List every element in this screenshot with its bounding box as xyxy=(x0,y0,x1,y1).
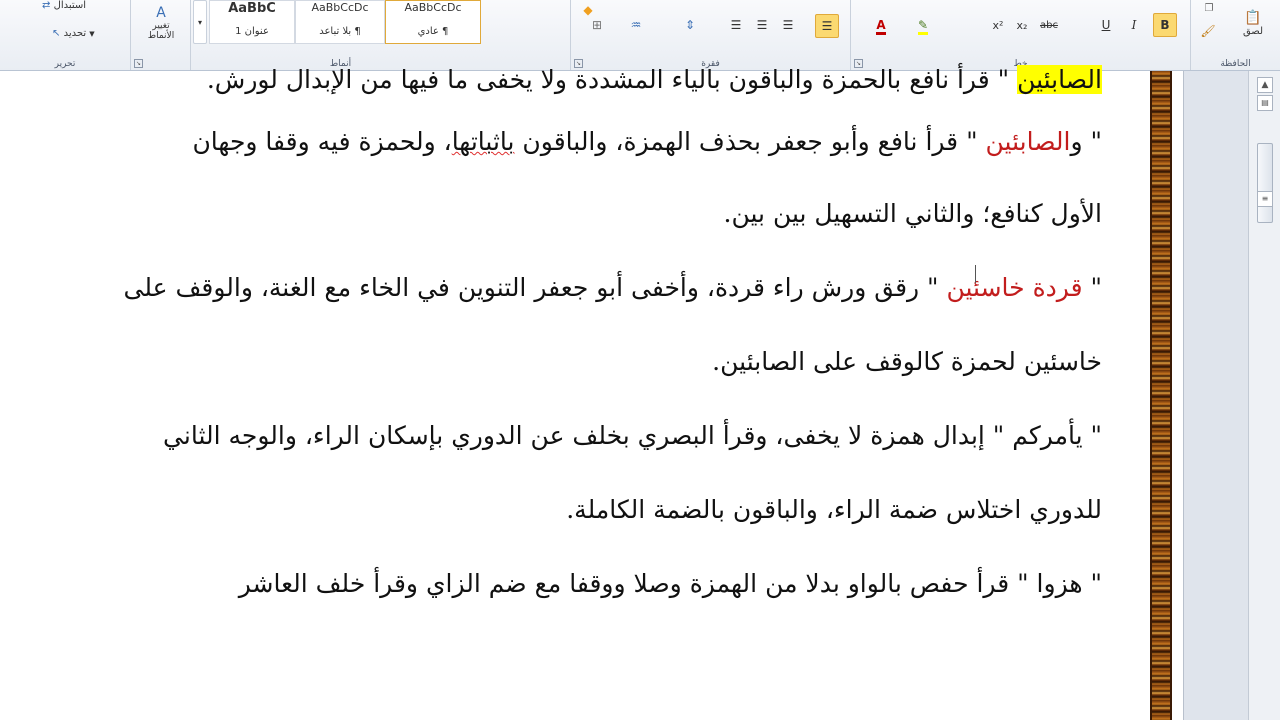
editing-group: استبدال ⇄ ▼ تحديد ↖ تحرير xyxy=(0,0,130,70)
paste-icon: 📋 xyxy=(1244,9,1262,26)
underline-button[interactable]: U xyxy=(1095,14,1117,36)
vertical-scrollbar[interactable]: ▲ ▤ ≡ xyxy=(1248,71,1280,720)
style-name: ¶ عادي xyxy=(417,26,449,37)
styled-text-red: قردة خاسئين xyxy=(946,273,1083,302)
replace-icon: ⇄ xyxy=(42,0,51,11)
style-name: عنوان 1 xyxy=(235,26,269,37)
subscript-button[interactable]: x₂ xyxy=(1011,14,1033,36)
change-styles-button[interactable]: A تغيير الأنماط xyxy=(137,0,185,46)
document-line[interactable]: للدوري اختلاس ضمة الراء، والباقون بالضمة… xyxy=(566,495,1102,524)
font-color-button[interactable]: A xyxy=(867,14,895,38)
styled-text-hl: الصابئين xyxy=(1017,65,1102,94)
style-heading1[interactable]: AaBbC عنوان 1 xyxy=(209,0,295,44)
select-label: تحديد xyxy=(63,28,87,39)
paint-bucket-icon: ♒ xyxy=(630,18,642,32)
text-run: " قرأ نافع بالحمزة والباقون بالياء المشد… xyxy=(206,65,1018,94)
align-right-button[interactable]: ☰ xyxy=(815,14,839,38)
italic-icon: I xyxy=(1131,18,1137,32)
ribbon: استبدال ⇄ ▼ تحديد ↖ تحرير A تغيير الأنما… xyxy=(0,0,1280,71)
shading-fill-button[interactable]: ♒ xyxy=(623,14,649,36)
editing-group-label: تحرير xyxy=(54,59,76,69)
document-area: الصابئين " قرأ نافع بالحمزة والباقون بال… xyxy=(0,65,1248,720)
chevron-down-icon: ▼ xyxy=(89,30,95,38)
replace-label: استبدال xyxy=(53,0,87,11)
text-run: " قرأ نافع وأبو جعفر بحذف الهمزة، والباق… xyxy=(514,127,986,156)
underline-icon: U xyxy=(1101,18,1111,32)
styled-text-squiggle: باثباتها xyxy=(451,127,515,156)
align-right-icon: ☰ xyxy=(821,19,833,33)
style-sample: AaBbCcDc xyxy=(404,1,462,14)
justify-button[interactable]: ☰ xyxy=(725,14,747,36)
document-page[interactable]: الصابئين " قرأ نافع بالحمزة والباقون بال… xyxy=(0,65,1184,720)
text-run: خاسئين لحمزة كالوقف على الصابئين. xyxy=(712,347,1102,376)
decorative-page-border xyxy=(1150,71,1172,720)
align-left-icon: ☰ xyxy=(756,18,768,32)
style-name: ¶ بلا تباعد xyxy=(319,26,361,37)
align-center-button[interactable]: ☰ xyxy=(777,14,799,36)
styles-launcher-icon[interactable]: ↘ xyxy=(134,59,143,68)
bold-icon: B xyxy=(1160,18,1170,32)
copy-button[interactable]: ❐ xyxy=(1199,0,1219,16)
highlight-icon: ✎ xyxy=(917,18,929,35)
borders-icon: ⊞ xyxy=(591,18,603,32)
text-run: ، ولحمزة فيه وقفا وجهان xyxy=(192,127,452,156)
styled-text-red: الصابئين xyxy=(985,127,1071,156)
ruler-toggle-icon[interactable]: ▤ xyxy=(1257,95,1273,111)
document-line[interactable]: " والصابئين " قرأ نافع وأبو جعفر بحذف ال… xyxy=(192,127,1102,156)
change-styles-icon: A xyxy=(156,5,166,21)
bold-button[interactable]: B xyxy=(1153,13,1177,37)
document-line[interactable]: " قردة خاسئين " رقق ورش راء قردة، وأخفى … xyxy=(124,273,1102,302)
paste-label: لصق xyxy=(1242,25,1264,37)
text-cursor-icon xyxy=(975,265,983,283)
line-spacing-icon: ⇕ xyxy=(684,18,696,32)
font-group: A ✎ x² x₂ abc U I B خط ↘ xyxy=(850,0,1190,70)
format-painter-icon: 🖌 xyxy=(1200,24,1216,38)
styles-group: ▾ AaBbC عنوان 1 AaBbCcDc ¶ بلا تباعد AaB… xyxy=(190,0,490,70)
justify-icon: ☰ xyxy=(730,18,742,32)
paragraph-group: ◆ ⊞ ♒ ⇕ ☰ ☰ ☰ ☰ فقرة ↘ xyxy=(570,0,850,70)
subscript-icon: x₂ xyxy=(1016,18,1028,32)
text-run: " رقق ورش راء قردة، وأخفى أبو جعفر التنو… xyxy=(123,273,947,302)
clipboard-group-label: الحافظة xyxy=(1220,59,1251,69)
text-run: " و xyxy=(1070,127,1102,156)
strikethrough-button[interactable]: abc xyxy=(1035,14,1063,36)
document-line[interactable]: خاسئين لحمزة كالوقف على الصابئين. xyxy=(712,347,1102,376)
select-icon: ↖ xyxy=(52,28,61,39)
superscript-icon: x² xyxy=(992,18,1004,32)
document-line[interactable]: الصابئين " قرأ نافع بالحمزة والباقون بال… xyxy=(207,65,1102,94)
text-run: الأول كنافع؛ والثاني التسهيل بين بين. xyxy=(723,199,1102,228)
change-styles-group: A تغيير الأنماط ↘ xyxy=(130,0,190,70)
font-color-icon: A xyxy=(876,18,886,35)
strikethrough-icon: abc xyxy=(1040,19,1058,31)
text-run: للدوري اختلاس ضمة الراء، والباقون بالضمة… xyxy=(566,495,1102,524)
style-sample: AaBbC xyxy=(228,1,276,16)
text-run: " يأمركم " إبدال همزة لا يخفى، وقرأ البص… xyxy=(163,421,1102,450)
text-run: " هزوا " قرأ حفص بالواو بدلا من الهمزة و… xyxy=(238,569,1102,598)
style-sample: AaBbCcDc xyxy=(311,1,369,14)
document-line[interactable]: " يأمركم " إبدال همزة لا يخفى، وقرأ البص… xyxy=(163,421,1102,450)
document-line[interactable]: الأول كنافع؛ والثاني التسهيل بين بين. xyxy=(724,199,1102,228)
replace-button[interactable]: استبدال ⇄ xyxy=(42,0,86,11)
document-line[interactable]: " هزوا " قرأ حفص بالواو بدلا من الهمزة و… xyxy=(239,569,1102,598)
paste-button[interactable]: 📋 لصق xyxy=(1231,0,1275,46)
text-run: " xyxy=(1082,273,1102,302)
borders-button[interactable]: ⊞ xyxy=(585,14,609,36)
align-center-icon: ☰ xyxy=(782,18,794,32)
change-styles-label: تغيير الأنماط xyxy=(147,21,175,41)
style-no-spacing[interactable]: AaBbCcDc ¶ بلا تباعد xyxy=(295,0,385,44)
align-left-button[interactable]: ☰ xyxy=(751,14,773,36)
highlight-button[interactable]: ✎ xyxy=(909,14,937,38)
gallery-scroll-button[interactable]: ▾ xyxy=(193,0,207,44)
italic-button[interactable]: I xyxy=(1123,14,1145,36)
scroll-thumb[interactable] xyxy=(1257,143,1273,223)
copy-icon: ❐ xyxy=(1204,2,1214,14)
superscript-button[interactable]: x² xyxy=(987,14,1009,36)
format-painter-button[interactable]: 🖌 xyxy=(1197,20,1219,42)
style-normal[interactable]: AaBbCcDc ¶ عادي xyxy=(385,0,481,44)
scroll-up-icon[interactable]: ▲ xyxy=(1257,77,1273,93)
page-nav-icon[interactable]: ≡ xyxy=(1257,191,1273,207)
select-button[interactable]: ▼ تحديد ↖ xyxy=(52,28,95,39)
clipboard-group: 🖌 ❐ 📋 لصق الحافظة xyxy=(1190,0,1280,70)
line-spacing-button[interactable]: ⇕ xyxy=(677,14,703,36)
